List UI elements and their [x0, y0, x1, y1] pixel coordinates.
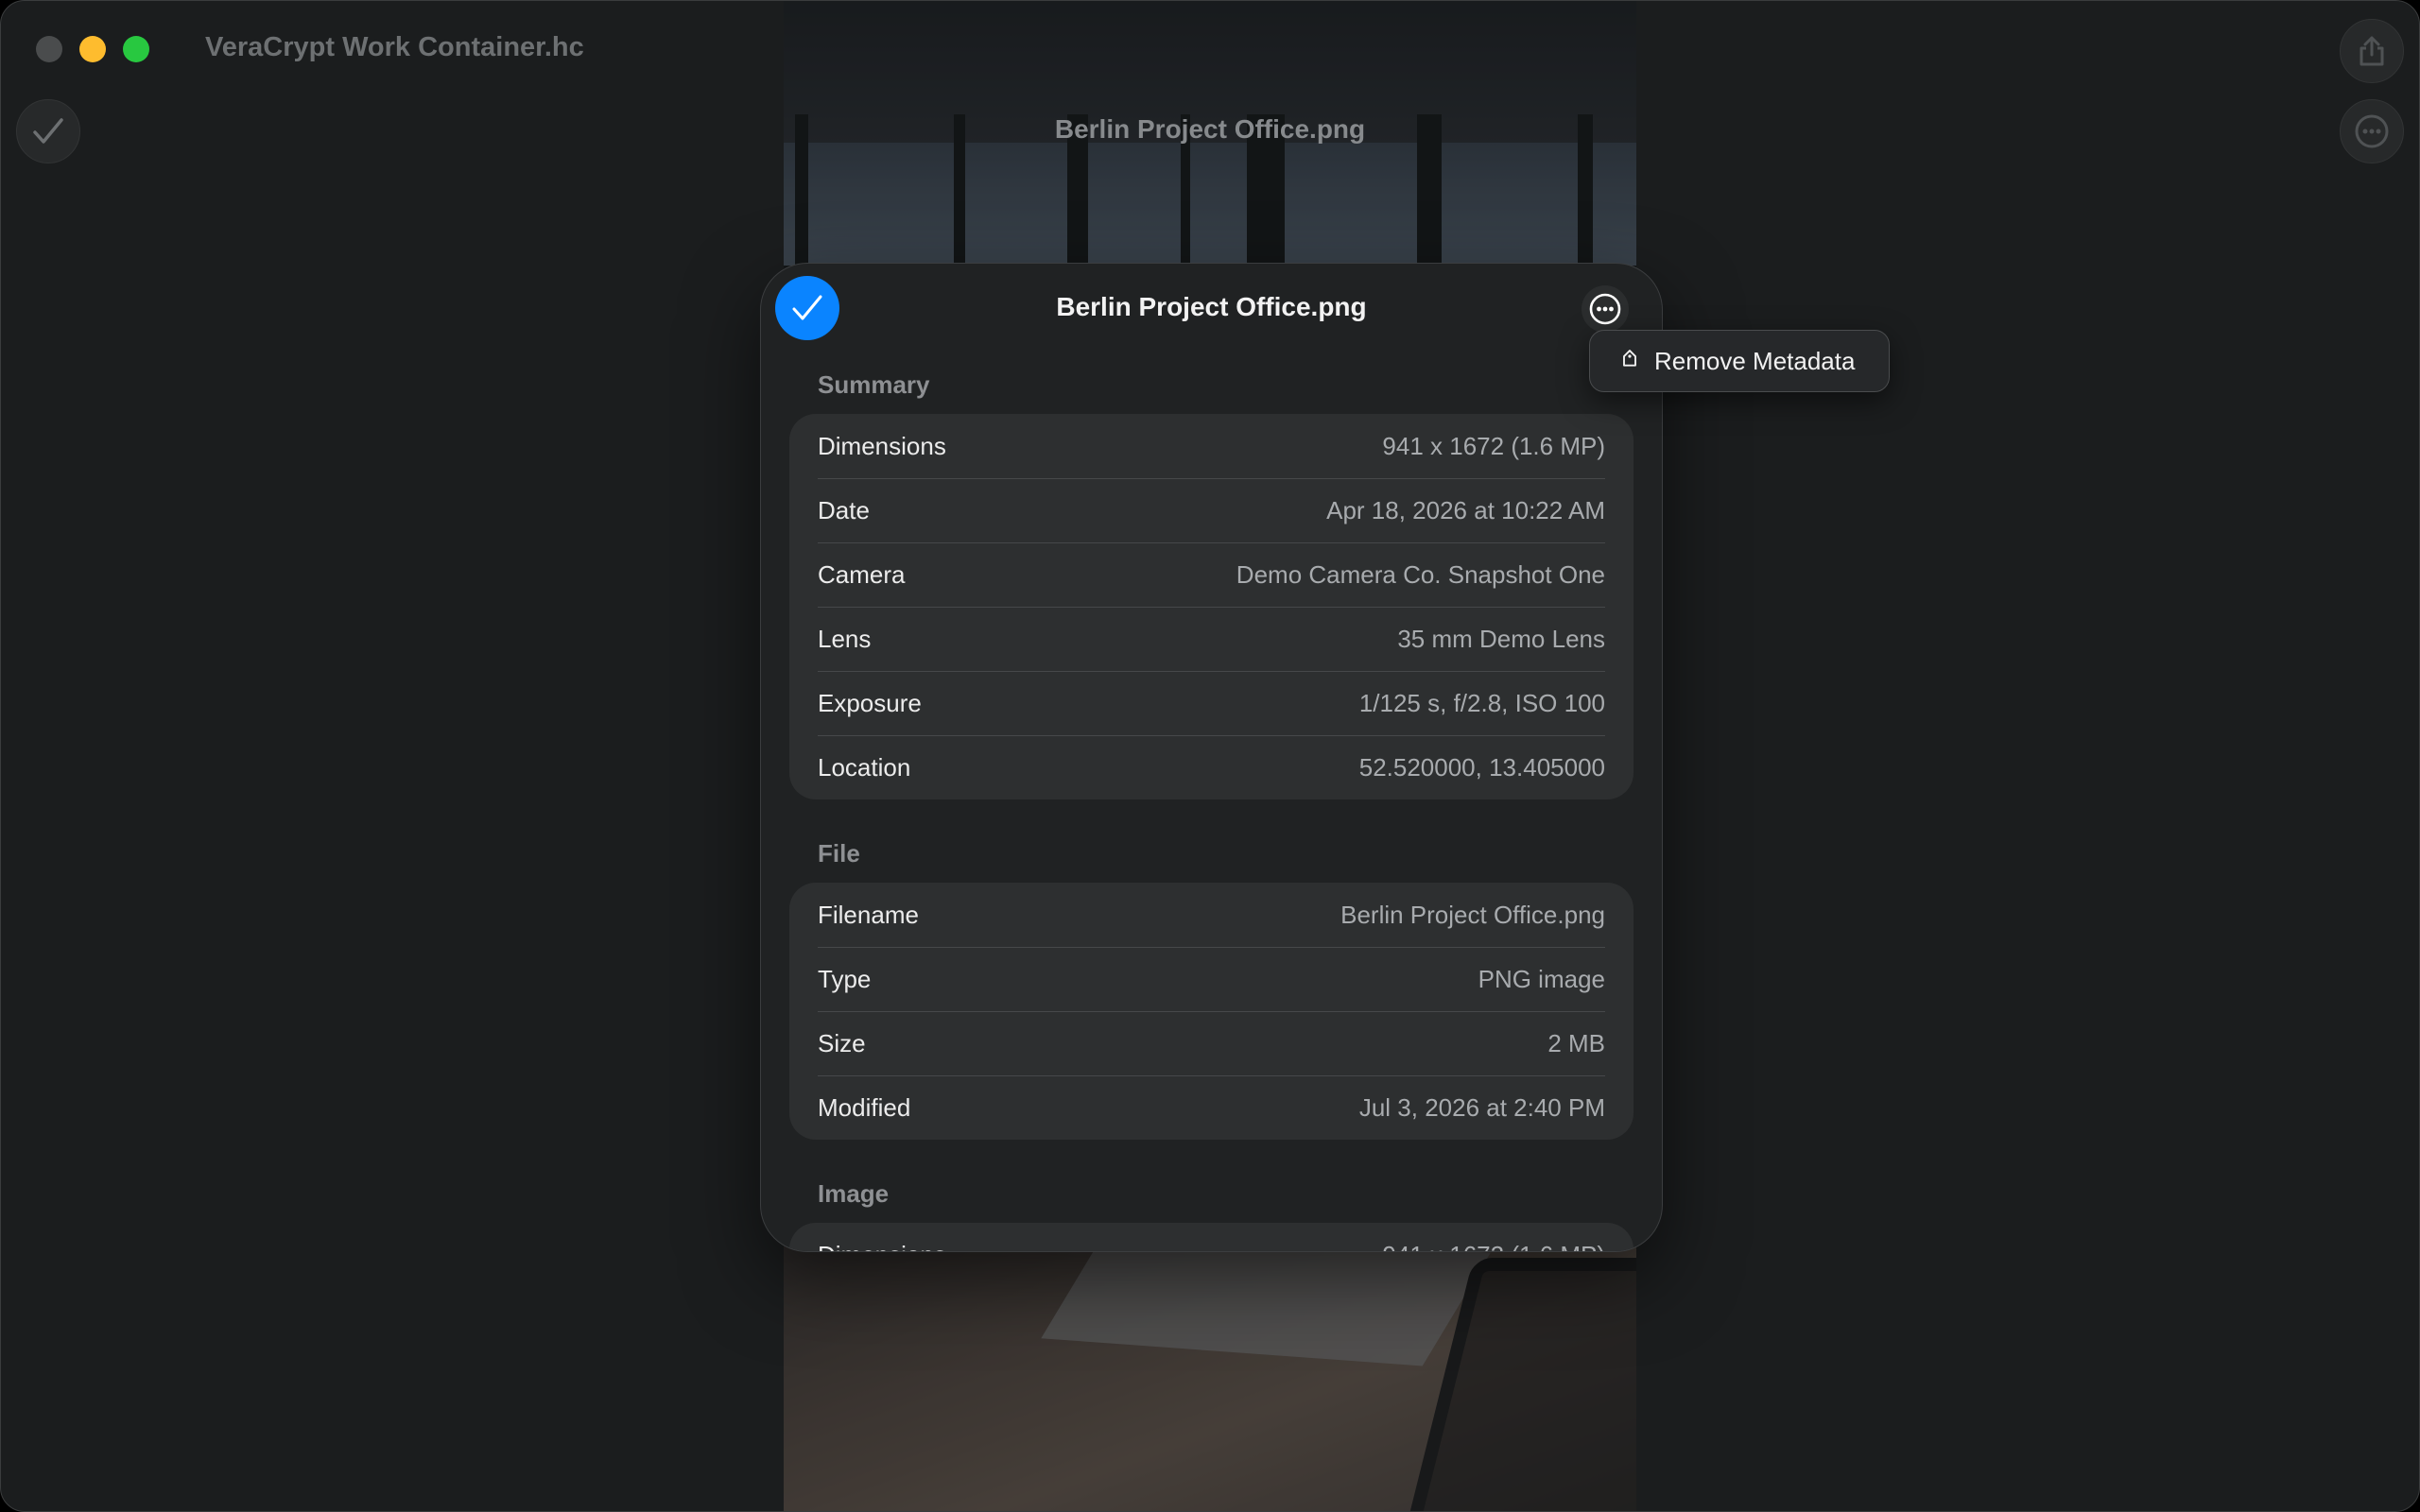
- section-title-summary: Summary: [818, 370, 930, 399]
- tag-icon: [1618, 350, 1641, 372]
- minimize-window-button[interactable]: [79, 36, 106, 62]
- info-row-lens: Lens 35 mm Demo Lens: [789, 607, 1634, 671]
- ellipsis-icon: [1589, 293, 1621, 325]
- window-controls: [36, 36, 149, 62]
- info-scroll-area[interactable]: Summary Dimensions 941 x 1672 (1.6 MP) D…: [761, 264, 1662, 1251]
- info-row-filename: Filename Berlin Project Office.png: [818, 900, 1605, 929]
- background-select-button[interactable]: [16, 99, 80, 163]
- info-row-modified: Modified Jul 3, 2026 at 2:40 PM: [789, 1075, 1634, 1140]
- info-row-type: Type PNG image: [789, 947, 1634, 1011]
- panel-title: Berlin Project Office.png: [1056, 292, 1367, 321]
- close-window-button[interactable]: [36, 36, 62, 62]
- info-row-size: Size 2 MB: [789, 1011, 1634, 1075]
- info-row-camera: Camera Demo Camera Co. Snapshot One: [789, 542, 1634, 607]
- summary-group: Dimensions 941 x 1672 (1.6 MP) Date Apr …: [789, 414, 1634, 799]
- options-menu: Remove Metadata: [1589, 330, 1890, 392]
- ellipsis-icon: [2355, 114, 2389, 148]
- background-more-button[interactable]: [2340, 99, 2404, 163]
- more-options-button[interactable]: [1582, 285, 1629, 333]
- info-row-image-dimensions: Dimensions 941 x 1672 (1.6 MP): [789, 1223, 1634, 1252]
- share-icon: [2360, 36, 2384, 66]
- checkmark-icon: [33, 118, 63, 144]
- info-row-dimensions: Dimensions 941 x 1672 (1.6 MP): [818, 431, 1605, 460]
- file-info-panel: Summary Dimensions 941 x 1672 (1.6 MP) D…: [760, 263, 1663, 1252]
- file-group: Filename Berlin Project Office.png Type …: [789, 883, 1634, 1140]
- remove-metadata-menu-item[interactable]: Remove Metadata: [1654, 347, 1855, 376]
- window-title: VeraCrypt Work Container.hc: [205, 32, 584, 62]
- info-row-location: Location 52.520000, 13.405000: [789, 735, 1634, 799]
- app-window: Berlin Project Office.png VeraCrypt Work…: [0, 0, 2420, 1512]
- section-title-image: Image: [818, 1179, 890, 1208]
- section-title-file: File: [818, 839, 860, 868]
- background-photo-title: Berlin Project Office.png: [1054, 114, 1366, 144]
- image-group: Dimensions 941 x 1672 (1.6 MP): [789, 1223, 1634, 1252]
- info-row-date: Date Apr 18, 2026 at 10:22 AM: [789, 478, 1634, 542]
- info-row-exposure: Exposure 1/125 s, f/2.8, ISO 100: [789, 671, 1634, 735]
- share-button[interactable]: [2340, 19, 2404, 83]
- zoom-window-button[interactable]: [123, 36, 149, 62]
